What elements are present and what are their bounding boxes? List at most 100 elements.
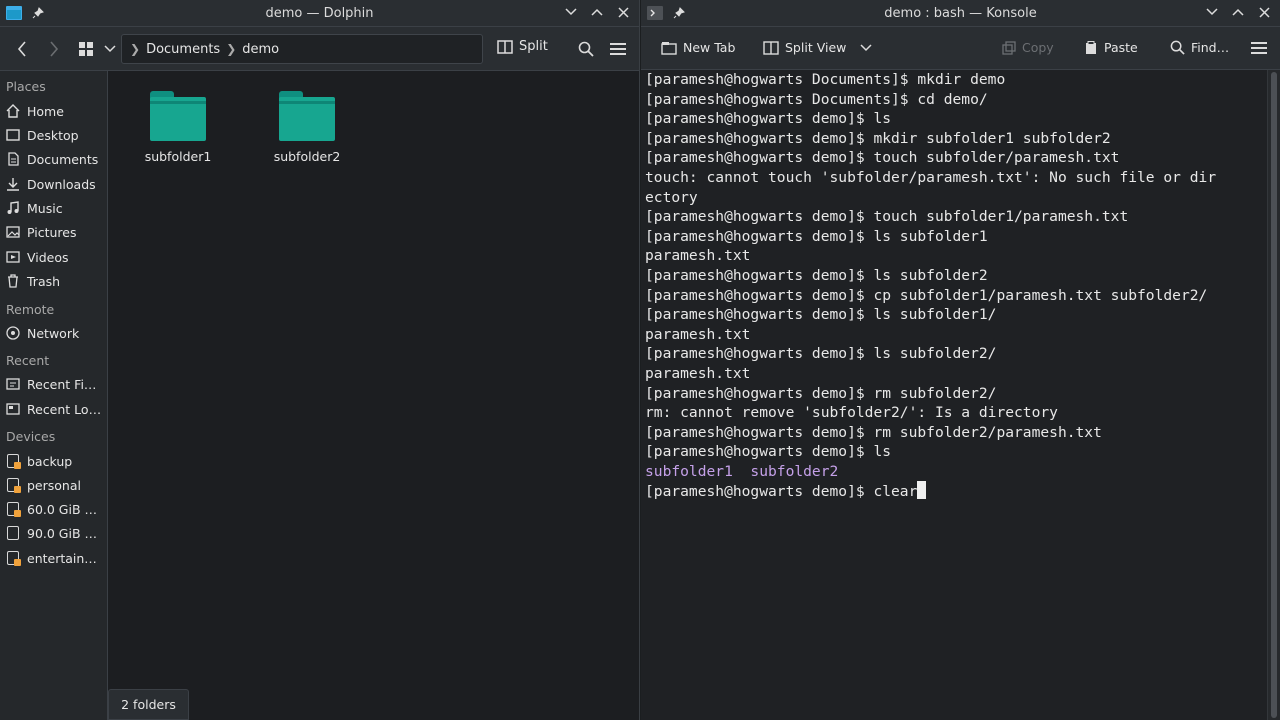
folder-item[interactable]: subfolder1 xyxy=(128,91,228,164)
close-icon[interactable] xyxy=(615,4,631,20)
view-mode-icon[interactable] xyxy=(76,39,96,59)
hamburger-menu-icon[interactable] xyxy=(1249,38,1269,58)
place-label: Desktop xyxy=(27,127,79,143)
videos-icon xyxy=(5,249,21,265)
device-60gib[interactable]: 60.0 GiB … xyxy=(5,499,105,519)
device-backup[interactable]: backup xyxy=(5,451,105,471)
split-button[interactable]: Split xyxy=(497,39,548,54)
terminal-line: [paramesh@hogwarts demo]$ mkdir subfolde… xyxy=(645,129,1111,147)
minimize-icon[interactable] xyxy=(563,4,579,20)
terminal-line: [paramesh@hogwarts demo]$ ls subfolder2/ xyxy=(645,345,997,363)
konsole-window: demo : bash — Konsole New Tab Split View… xyxy=(641,0,1280,720)
dolphin-titlebar: demo — Dolphin xyxy=(0,0,639,27)
terminal-line: [paramesh@hogwarts demo]$ touch subfolde… xyxy=(645,149,1120,167)
back-icon[interactable] xyxy=(12,39,32,59)
device-personal[interactable]: personal xyxy=(5,475,105,495)
terminal-line: [paramesh@hogwarts demo]$ ls xyxy=(645,443,892,461)
status-text: 2 folders xyxy=(121,697,176,712)
terminal-output[interactable]: [paramesh@hogwarts Documents]$ mkdir dem… xyxy=(645,70,1265,720)
breadcrumb-documents[interactable]: Documents xyxy=(146,42,220,57)
dolphin-app-icon[interactable] xyxy=(6,5,22,21)
terminal-line: [paramesh@hogwarts demo]$ touch subfolde… xyxy=(645,208,1129,226)
maximize-icon[interactable] xyxy=(1230,4,1246,20)
place-network[interactable]: Network xyxy=(5,323,105,343)
file-view[interactable]: subfolder1 subfolder2 xyxy=(108,71,639,720)
pin-icon[interactable] xyxy=(30,5,46,21)
pictures-icon xyxy=(5,224,21,240)
terminal-line: [paramesh@hogwarts Documents]$ mkdir dem… xyxy=(645,71,1006,88)
place-label: 90.0 GiB … xyxy=(27,525,98,541)
place-home[interactable]: Home xyxy=(5,101,105,121)
chevron-down-icon[interactable] xyxy=(860,43,872,52)
terminal-line: [paramesh@hogwarts demo]$ cp subfolder1/… xyxy=(645,286,1208,304)
place-pictures[interactable]: Pictures xyxy=(5,222,105,242)
paste-icon xyxy=(1086,40,1096,54)
section-header-remote: Remote xyxy=(6,302,55,317)
place-videos[interactable]: Videos xyxy=(5,247,105,267)
breadcrumb[interactable]: ❯ Documents ❯ demo xyxy=(121,34,483,64)
terminal-line: [paramesh@hogwarts demo]$ ls subfolder1/ xyxy=(645,306,997,324)
device-entertainment[interactable]: entertain… xyxy=(5,548,105,568)
download-icon xyxy=(5,176,21,192)
chevron-down-icon[interactable] xyxy=(100,39,120,59)
recent-files-icon xyxy=(5,376,21,392)
prompt-line[interactable]: [paramesh@hogwarts demo]$ clear xyxy=(645,481,1265,502)
terminal-lines: [paramesh@hogwarts Documents]$ mkdir dem… xyxy=(645,70,1265,462)
paste-button[interactable]: Paste xyxy=(1084,40,1138,55)
terminal-line: ectory xyxy=(645,188,698,206)
window-title: demo : bash — Konsole xyxy=(884,5,1037,21)
place-desktop[interactable]: Desktop xyxy=(5,125,105,145)
terminal-scrollbar[interactable] xyxy=(1267,70,1280,720)
place-label: 60.0 GiB … xyxy=(27,501,98,517)
place-label: backup xyxy=(27,453,73,469)
paste-label: Paste xyxy=(1104,40,1138,55)
terminal-line: touch: cannot touch 'subfolder/paramesh.… xyxy=(645,168,1217,186)
device-90gib[interactable]: 90.0 GiB … xyxy=(5,523,105,543)
search-icon xyxy=(1170,40,1185,55)
copy-button[interactable]: Copy xyxy=(1002,40,1054,55)
place-recent-files[interactable]: Recent Fi… xyxy=(5,374,105,394)
maximize-icon[interactable] xyxy=(589,4,605,20)
place-label: Home xyxy=(27,103,64,119)
find-label: Find… xyxy=(1191,40,1230,55)
minimize-icon[interactable] xyxy=(1204,4,1220,20)
copy-label: Copy xyxy=(1022,40,1054,55)
folder-item[interactable]: subfolder2 xyxy=(257,91,357,164)
konsole-app-icon[interactable] xyxy=(647,5,663,21)
place-label: Pictures xyxy=(27,224,77,240)
place-music[interactable]: Music xyxy=(5,198,105,218)
folder-icon xyxy=(150,91,206,141)
chevron-right-icon: ❯ xyxy=(130,42,141,56)
place-documents[interactable]: Documents xyxy=(5,149,105,169)
place-recent-locations[interactable]: Recent Lo… xyxy=(5,399,105,419)
place-label: personal xyxy=(27,477,81,493)
forward-icon[interactable] xyxy=(44,39,64,59)
chevron-right-icon: ❯ xyxy=(226,42,237,56)
dolphin-window: demo — Dolphin ❯ Documents ❯ demo Split … xyxy=(0,0,640,720)
scrollbar-thumb[interactable] xyxy=(1271,72,1277,718)
place-downloads[interactable]: Downloads xyxy=(5,174,105,194)
search-icon[interactable] xyxy=(576,39,596,59)
breadcrumb-demo[interactable]: demo xyxy=(242,42,279,57)
place-label: Downloads xyxy=(27,176,96,192)
place-label: Documents xyxy=(27,151,99,167)
terminal-line: [paramesh@hogwarts demo]$ rm subfolder2/… xyxy=(645,423,1102,441)
split-view-button[interactable]: Split View xyxy=(763,40,872,55)
music-icon xyxy=(5,200,21,216)
find-button[interactable]: Find… xyxy=(1170,40,1229,55)
place-trash[interactable]: Trash xyxy=(5,271,105,291)
konsole-titlebar: demo : bash — Konsole xyxy=(641,0,1280,27)
hamburger-menu-icon[interactable] xyxy=(608,39,628,59)
terminal-line: [paramesh@hogwarts demo]$ ls subfolder2 xyxy=(645,266,988,284)
recent-locations-icon xyxy=(5,401,21,417)
section-header-places: Places xyxy=(6,79,46,94)
ls-output-line: subfolder1 subfolder2 xyxy=(645,462,839,480)
place-label: Videos xyxy=(27,249,69,265)
close-icon[interactable] xyxy=(1256,4,1272,20)
drive-icon xyxy=(5,501,21,517)
terminal-line: [paramesh@hogwarts demo]$ ls subfolder1 xyxy=(645,227,988,245)
desktop-icon xyxy=(5,127,21,143)
new-tab-button[interactable]: New Tab xyxy=(661,40,735,55)
pin-icon[interactable] xyxy=(671,5,687,21)
place-label: Network xyxy=(27,325,80,341)
